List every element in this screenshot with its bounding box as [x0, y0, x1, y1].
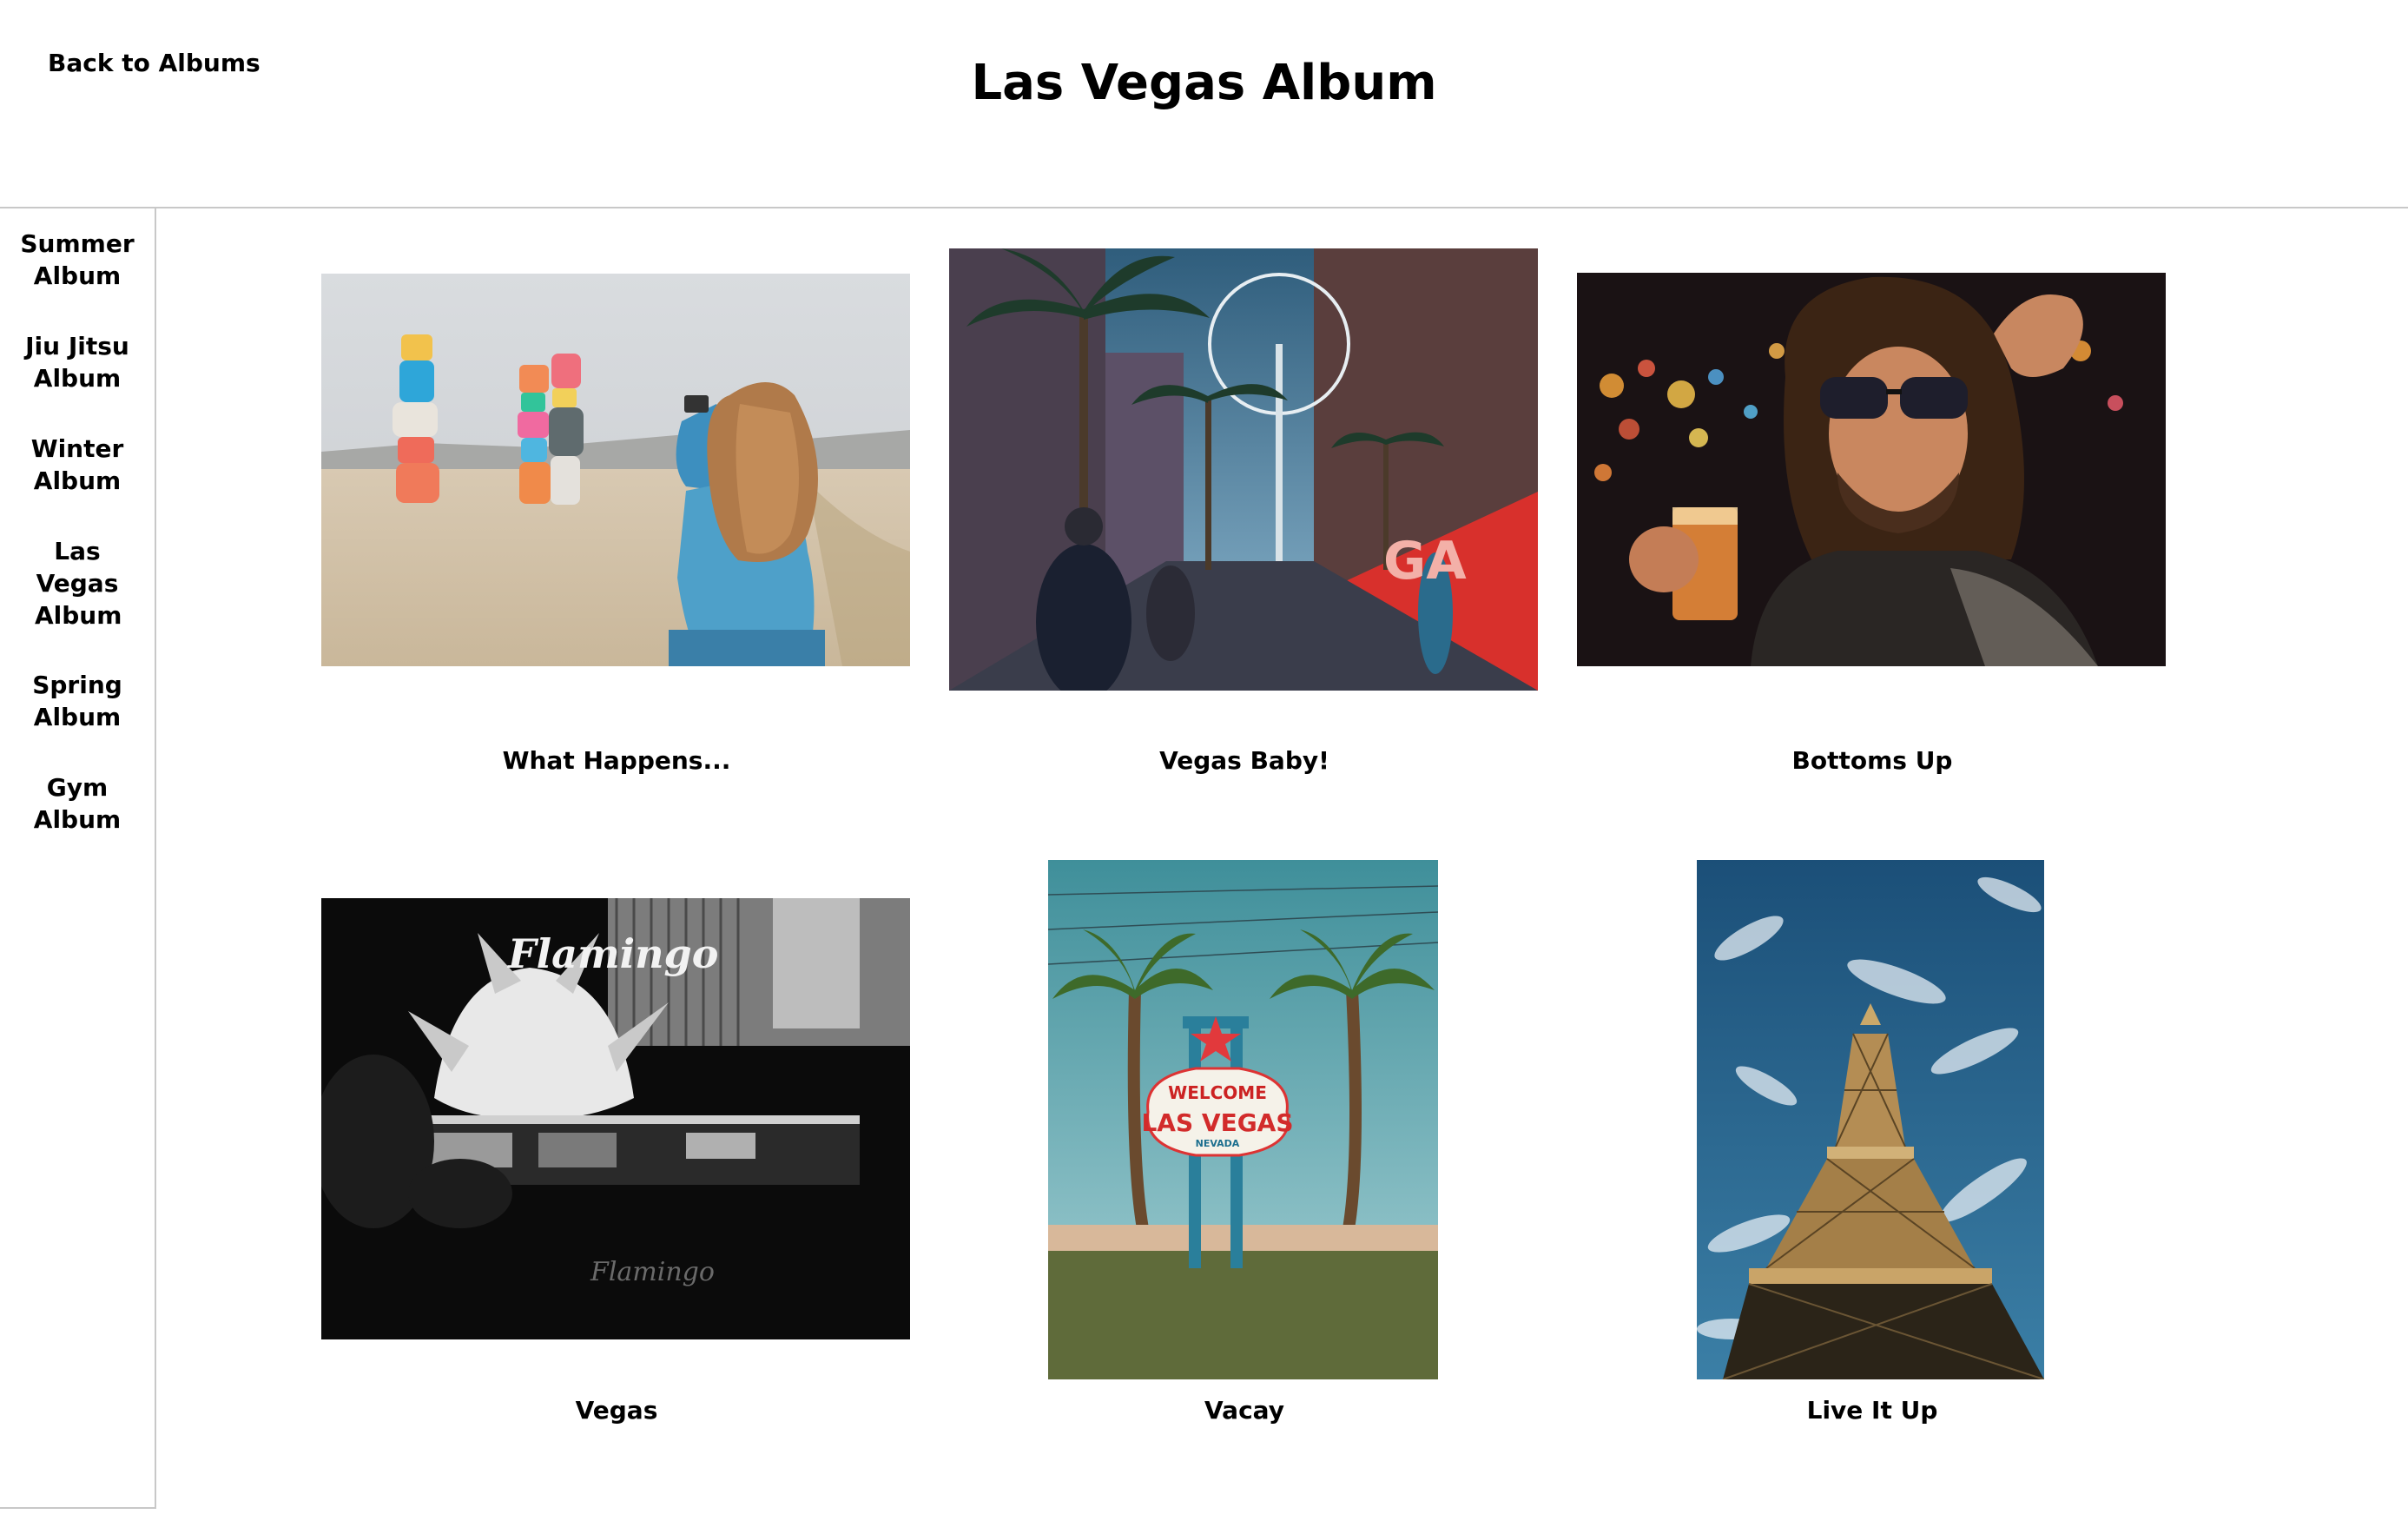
welcome-sign-photo[interactable]: WELCOME LAS VEGAS NEVADA	[1048, 860, 1438, 1379]
sidebar-item-spring-album[interactable]: Spring Album	[0, 669, 155, 733]
flamingo-sign-photo[interactable]: Flamingo Flamingo	[321, 898, 910, 1339]
album-sidebar: Summer Album Jiu Jitsu Album Winter Albu…	[0, 208, 156, 1509]
photo-caption: Bottoms Up	[1791, 746, 1953, 775]
photo-caption: Live It Up	[1806, 1396, 1938, 1425]
header-divider	[0, 207, 2408, 208]
sidebar-item-jiu-jitsu-album[interactable]: Jiu Jitsu Album	[0, 330, 155, 394]
photo-caption: What Happens...	[502, 746, 731, 775]
svg-text:Flamingo: Flamingo	[590, 1257, 715, 1287]
sidebar-item-gym-album[interactable]: Gym Album	[0, 771, 155, 836]
page-title: Las Vegas Album	[971, 55, 1437, 111]
page-header: Back to Albums Las Vegas Album	[0, 0, 2408, 208]
strip-palm-street-photo[interactable]: GA	[949, 248, 1538, 691]
sidebar-item-summer-album[interactable]: Summer Album	[0, 228, 155, 292]
sidebar-item-winter-album[interactable]: Winter Album	[0, 433, 155, 497]
photo-caption: Vegas	[575, 1396, 658, 1425]
svg-text:NEVADA: NEVADA	[1196, 1138, 1240, 1149]
bar-toast-photo[interactable]	[1577, 273, 2166, 666]
desert-rock-towers-photo[interactable]	[321, 274, 910, 666]
svg-text:GA: GA	[1383, 531, 1467, 592]
photo-caption: Vegas Baby!	[1159, 746, 1329, 775]
svg-text:Flamingo: Flamingo	[506, 930, 718, 977]
eiffel-tower-photo[interactable]	[1697, 860, 2044, 1379]
svg-text:LAS VEGAS: LAS VEGAS	[1141, 1108, 1293, 1137]
sidebar-item-las-vegas-album[interactable]: Las Vegas Album	[0, 535, 155, 632]
svg-text:WELCOME: WELCOME	[1168, 1082, 1267, 1103]
photo-caption: Vacay	[1204, 1396, 1284, 1425]
